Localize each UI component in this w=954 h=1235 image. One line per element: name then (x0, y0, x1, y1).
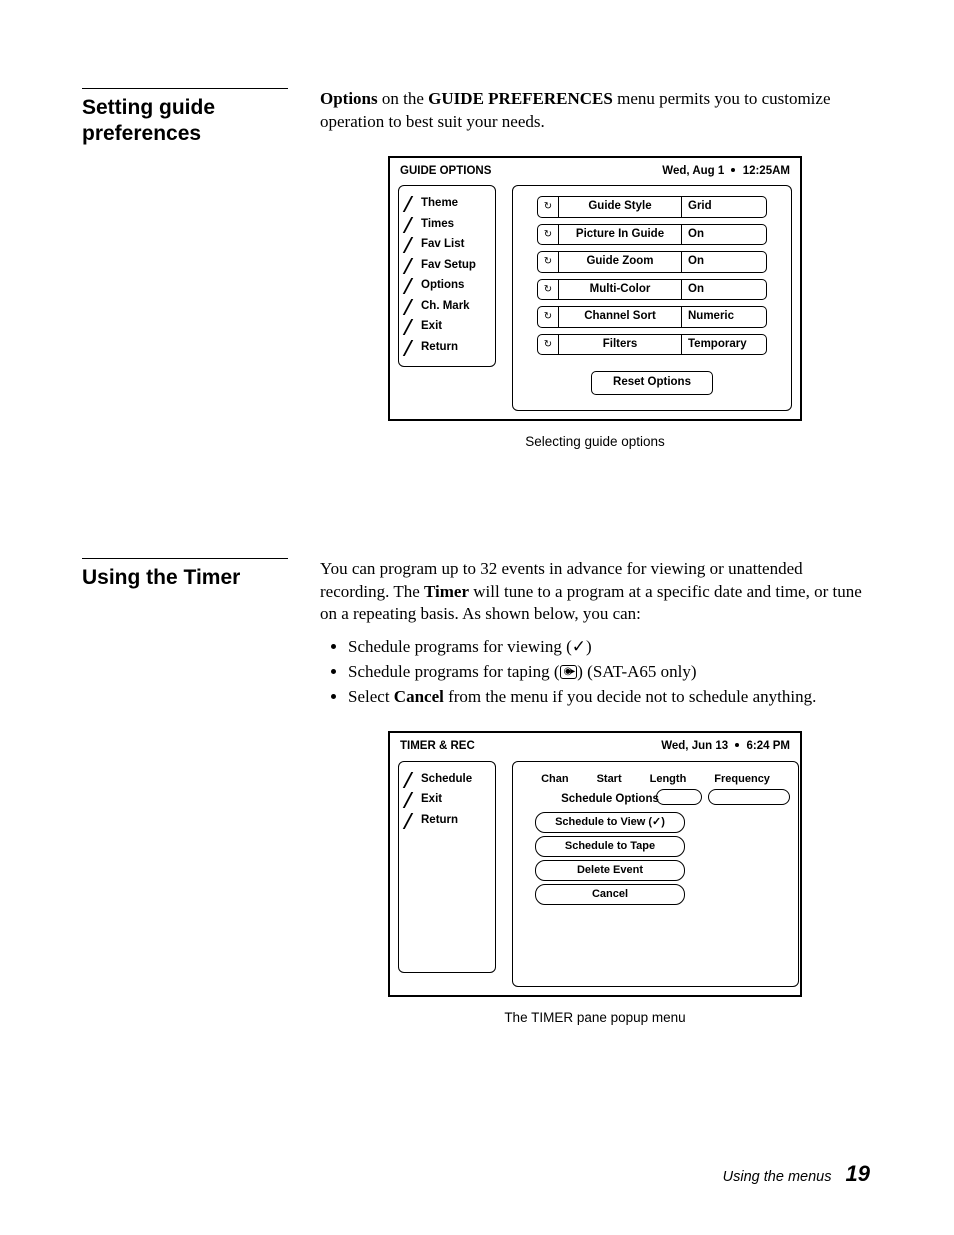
page: Setting guide preferences Options on the… (0, 0, 954, 1235)
col-start: Start (597, 772, 622, 787)
cycle-icon[interactable]: ↻ (537, 251, 558, 273)
section-guide-preferences: Setting guide preferences Options on the… (82, 88, 870, 452)
cycle-icon[interactable]: ↻ (537, 334, 558, 356)
tab-slash-icon (405, 238, 417, 252)
tape-icon: ◉▸ (560, 665, 578, 679)
bullet-list: Schedule programs for viewing (✓) Schedu… (320, 636, 870, 709)
options-list: ↻ Guide Style Grid ↻ Picture In Guide On (521, 196, 783, 355)
tab-slash-icon (405, 279, 417, 293)
panel-datetime: Wed, Jun 13 6:24 PM (661, 739, 790, 755)
option-multi-color[interactable]: ↻ Multi-Color On (537, 279, 767, 301)
panel-title: TIMER & REC (400, 739, 475, 755)
popup-title: Schedule Options (535, 792, 685, 808)
dot-separator-icon (731, 168, 735, 172)
tab-slash-icon (405, 320, 417, 334)
bullet-view: Schedule programs for viewing (✓) (348, 636, 870, 659)
panel-sidebar: Theme Times Fav List Fav Setup Options C… (398, 185, 496, 366)
bullet-cancel: Select Cancel from the menu if you decid… (348, 686, 870, 709)
sidebar-item-return[interactable]: Return (403, 812, 491, 830)
option-guide-zoom[interactable]: ↻ Guide Zoom On (537, 251, 767, 273)
panel-header: TIMER & REC Wed, Jun 13 6:24 PM (390, 733, 800, 761)
section-rule (82, 88, 288, 89)
figure-timer-rec: TIMER & REC Wed, Jun 13 6:24 PM Schedule… (320, 731, 870, 1027)
sidebar-item-theme[interactable]: Theme (403, 195, 491, 213)
section-title-column: Using the Timer (82, 558, 320, 591)
popup-delete-event[interactable]: Delete Event (535, 860, 685, 881)
cycle-icon[interactable]: ↻ (537, 279, 558, 301)
section-title: Using the Timer (82, 565, 320, 591)
figure-caption: Selecting guide options (320, 433, 870, 451)
sidebar-item-exit[interactable]: Exit (403, 318, 491, 336)
footer-text: Using the menus (723, 1169, 832, 1185)
sidebar-item-return[interactable]: Return (403, 339, 491, 357)
schedule-options-popup: Schedule Options Schedule to View (✓) Sc… (535, 792, 685, 905)
tab-slash-icon (405, 259, 417, 273)
panel-body: Schedule Exit Return Chan Start Length F… (390, 761, 800, 995)
intro-bold-2: GUIDE PREFERENCES (428, 89, 613, 108)
section-body: You can program up to 32 events in advan… (320, 558, 870, 1027)
tab-slash-icon (405, 341, 417, 355)
popup-schedule-to-view[interactable]: Schedule to View (✓) (535, 812, 685, 833)
cycle-icon[interactable]: ↻ (537, 196, 558, 218)
col-length: Length (650, 772, 687, 787)
popup-cancel[interactable]: Cancel (535, 884, 685, 905)
option-picture-in-guide[interactable]: ↻ Picture In Guide On (537, 224, 767, 246)
tab-slash-icon (405, 773, 417, 787)
sidebar-item-fav-list[interactable]: Fav List (403, 236, 491, 254)
sidebar-item-fav-setup[interactable]: Fav Setup (403, 257, 491, 275)
figure-guide-options: GUIDE OPTIONS Wed, Aug 1 12:25AM Theme T… (320, 156, 870, 452)
panel-body: Theme Times Fav List Fav Setup Options C… (390, 185, 800, 419)
sidebar-item-schedule[interactable]: Schedule (403, 771, 491, 789)
option-filters[interactable]: ↻ Filters Temporary (537, 334, 767, 356)
panel-sidebar: Schedule Exit Return (398, 761, 496, 973)
panel-main: ↻ Guide Style Grid ↻ Picture In Guide On (512, 185, 792, 411)
tab-slash-icon (405, 300, 417, 314)
page-footer: Using the menus 19 (723, 1161, 870, 1187)
section-title: Setting guide preferences (82, 95, 320, 148)
option-channel-sort[interactable]: ↻ Channel Sort Numeric (537, 306, 767, 328)
panel-header: GUIDE OPTIONS Wed, Aug 1 12:25AM (390, 158, 800, 186)
dot-separator-icon (735, 743, 739, 747)
tab-slash-icon (405, 814, 417, 828)
col-frequency: Frequency (714, 772, 770, 787)
sidebar-item-exit[interactable]: Exit (403, 791, 491, 809)
panel-main: Chan Start Length Frequency Schedule Opt… (512, 761, 799, 987)
sidebar-item-options[interactable]: Options (403, 277, 491, 295)
tab-slash-icon (405, 218, 417, 232)
section-body: Options on the GUIDE PREFERENCES menu pe… (320, 88, 870, 452)
popup-schedule-to-tape[interactable]: Schedule to Tape (535, 836, 685, 857)
cycle-icon[interactable]: ↻ (537, 224, 558, 246)
reset-options-button[interactable]: Reset Options (591, 371, 713, 395)
cycle-icon[interactable]: ↻ (537, 306, 558, 328)
guide-options-panel: GUIDE OPTIONS Wed, Aug 1 12:25AM Theme T… (388, 156, 802, 422)
timer-rec-panel: TIMER & REC Wed, Jun 13 6:24 PM Schedule… (388, 731, 802, 997)
empty-frequency-cell[interactable] (708, 789, 790, 805)
col-chan: Chan (541, 772, 569, 787)
sidebar-item-times[interactable]: Times (403, 216, 491, 234)
intro-bold-1: Options (320, 89, 378, 108)
option-guide-style[interactable]: ↻ Guide Style Grid (537, 196, 767, 218)
column-headers: Chan Start Length Frequency (521, 772, 790, 787)
section-rule (82, 558, 288, 559)
tab-slash-icon (405, 197, 417, 211)
panel-title: GUIDE OPTIONS (400, 164, 491, 180)
intro-paragraph: Options on the GUIDE PREFERENCES menu pe… (320, 88, 870, 134)
panel-datetime: Wed, Aug 1 12:25AM (662, 164, 790, 180)
section-title-column: Setting guide preferences (82, 88, 320, 148)
bullet-tape: Schedule programs for taping (◉▸) (SAT-A… (348, 661, 870, 684)
tab-slash-icon (405, 793, 417, 807)
timer-paragraph: You can program up to 32 events in advan… (320, 558, 870, 627)
section-using-the-timer: Using the Timer You can program up to 32… (82, 558, 870, 1027)
sidebar-item-ch-mark[interactable]: Ch. Mark (403, 298, 491, 316)
figure-caption: The TIMER pane popup menu (320, 1009, 870, 1027)
page-number: 19 (846, 1161, 870, 1186)
